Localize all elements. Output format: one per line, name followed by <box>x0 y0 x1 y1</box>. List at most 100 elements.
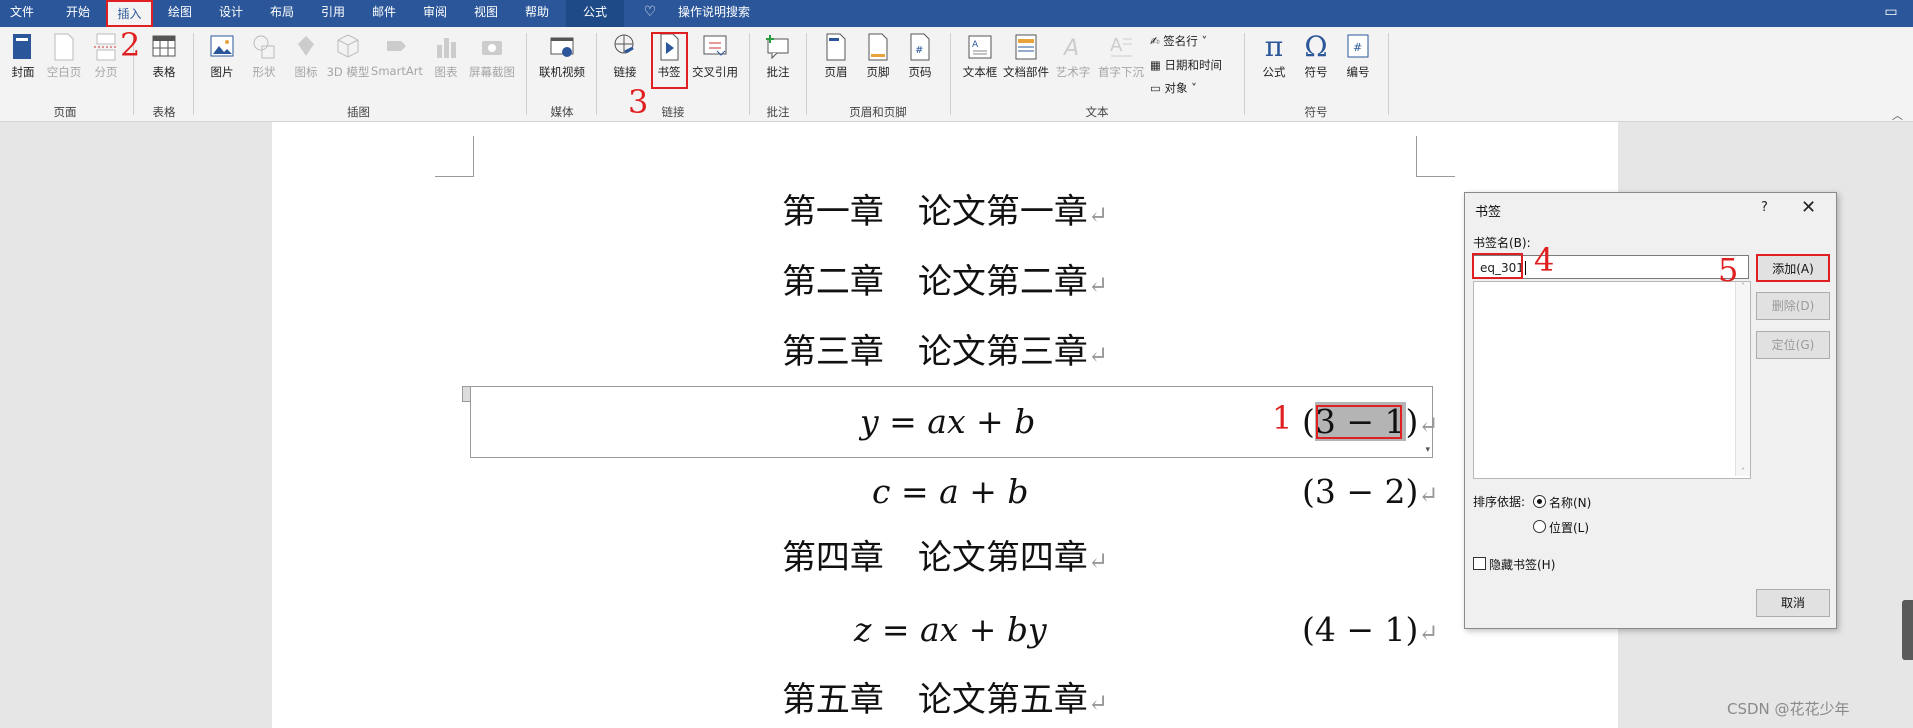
numbering-icon: # <box>1347 34 1369 58</box>
tab-insert[interactable]: 插入 <box>106 0 153 27</box>
goto-button[interactable]: 定位(G) <box>1756 331 1830 359</box>
close-icon[interactable]: ✕ <box>1801 197 1816 218</box>
separator <box>596 33 597 115</box>
numbering-button[interactable]: # 编号 <box>1340 33 1376 80</box>
page-break-button[interactable]: 分页 <box>88 33 124 80</box>
add-button[interactable]: 添加(A) <box>1756 254 1830 282</box>
heading-chapter-4[interactable]: 第四章 论文第四章↵ <box>272 530 1618 579</box>
comment-icon <box>766 35 789 60</box>
blank-page-label: 空白页 <box>46 65 82 79</box>
shapes-label: 形状 <box>252 65 276 79</box>
tab-draw[interactable]: 绘图 <box>162 0 198 27</box>
cancel-button[interactable]: 取消 <box>1756 589 1830 617</box>
tab-file[interactable]: 文件 <box>6 0 38 27</box>
group-table-label: 表格 <box>152 105 176 119</box>
text-box-icon: A <box>968 35 992 59</box>
bookmark-list[interactable]: ˄ ˅ <box>1473 281 1751 479</box>
equation-3[interactable]: z = ax + by <box>854 610 1047 649</box>
equation-3-number[interactable]: (4 − 1)↵ <box>1302 610 1438 649</box>
equation-options-icon[interactable]: ▾ <box>1425 445 1430 455</box>
screenshot-button[interactable]: 屏幕截图 <box>466 33 518 80</box>
tab-view[interactable]: 视图 <box>468 0 504 27</box>
shapes-icon <box>253 35 275 59</box>
chart-button[interactable]: 图表 <box>428 33 464 80</box>
group-symbols-label: 符号 <box>1304 105 1328 119</box>
bookmark-highlight-box <box>651 32 688 89</box>
equation-handle[interactable] <box>462 386 471 402</box>
sort-location-label[interactable]: 位置(L) <box>1549 519 1589 536</box>
equation-label: 公式 <box>1262 65 1286 79</box>
tab-help[interactable]: 帮助 <box>519 0 555 27</box>
page-number-button[interactable]: # 页码 <box>902 33 938 80</box>
comment-icon[interactable]: ▭ <box>1880 0 1902 27</box>
quick-parts-label: 文档部件 <box>1003 65 1049 79</box>
annotation-4: 4 <box>1534 241 1555 279</box>
group-text-label: 文本 <box>1085 105 1109 119</box>
header-button[interactable]: 页眉 <box>818 33 854 80</box>
tab-equation[interactable]: 公式 <box>566 0 624 27</box>
screenshot-label: 屏幕截图 <box>469 65 515 79</box>
3d-models-button[interactable]: 3D 模型 <box>326 33 370 80</box>
symbol-button[interactable]: Ω 符号 <box>1298 33 1334 80</box>
cover-button[interactable]: 封面 <box>6 33 40 80</box>
smartart-button[interactable]: SmartArt <box>370 33 424 78</box>
text-box-button[interactable]: A 文本框 <box>960 33 1000 80</box>
blank-page-button[interactable]: 空白页 <box>42 33 86 80</box>
equation-1[interactable]: y = ax + b <box>860 402 1035 441</box>
smartart-icon <box>387 41 406 51</box>
tab-home[interactable]: 开始 <box>60 0 96 27</box>
side-panel-handle[interactable] <box>1902 600 1913 660</box>
tab-review[interactable]: 审阅 <box>417 0 453 27</box>
shapes-button[interactable]: 形状 <box>244 33 284 80</box>
equation-number-highlight-box <box>1316 405 1402 439</box>
heading-chapter-1[interactable]: 第一章 论文第一章↵ <box>272 184 1618 233</box>
heading-chapter-5[interactable]: 第五章 论文第五章↵ <box>272 672 1618 721</box>
quick-parts-button[interactable]: 文档部件 <box>1002 33 1050 80</box>
online-video-button[interactable]: 联机视频 <box>536 33 588 80</box>
video-icon <box>550 37 574 57</box>
signature-icon: ✍ <box>1150 34 1160 48</box>
hidden-bookmarks-checkbox[interactable] <box>1473 557 1486 570</box>
tab-design[interactable]: 设计 <box>213 0 249 27</box>
page-number-label: 页码 <box>908 65 932 79</box>
sort-name-label[interactable]: 名称(N) <box>1549 494 1591 511</box>
omega-icon: Ω <box>1304 30 1328 63</box>
drop-cap-button[interactable]: A 首字下沉 <box>1096 33 1146 80</box>
help-icon[interactable]: ? <box>1761 200 1768 215</box>
watermark: CSDN @花花少年 <box>1727 700 1850 718</box>
heading-chapter-3[interactable]: 第三章 论文第三章↵ <box>272 324 1618 373</box>
hidden-bookmarks-label[interactable]: 隐藏书签(H) <box>1489 556 1555 573</box>
cross-reference-button[interactable]: 交叉引用 <box>690 33 740 80</box>
wordart-icon: A <box>1062 36 1079 61</box>
equation-button[interactable]: π 公式 <box>1256 33 1292 80</box>
signature-line-button[interactable]: ✍ 签名行 ˅ <box>1150 33 1240 49</box>
equation-2-number[interactable]: (3 − 2)↵ <box>1302 472 1438 511</box>
equation-2[interactable]: c = a + b <box>872 472 1029 511</box>
date-time-button[interactable]: ▦ 日期和时间 <box>1150 57 1240 73</box>
document-page[interactable]: 第一章 论文第一章↵ 第二章 论文第二章↵ 第三章 论文第三章↵ ▾ y = a… <box>272 122 1618 728</box>
footer-button[interactable]: 页脚 <box>860 33 896 80</box>
annotation-1: 1 <box>1272 399 1293 437</box>
bookmark-name-label: 书签名(B): <box>1473 236 1531 250</box>
picture-button[interactable]: 图片 <box>204 33 240 80</box>
sort-name-radio[interactable] <box>1533 495 1546 508</box>
cover-label: 封面 <box>11 65 35 79</box>
tab-layout[interactable]: 布局 <box>264 0 300 27</box>
table-button[interactable]: 表格 <box>146 33 182 80</box>
tell-me-search[interactable]: 操作说明搜索 <box>664 0 764 27</box>
icons-button[interactable]: 图标 <box>290 33 322 80</box>
smartart-label: SmartArt <box>371 64 423 78</box>
collapse-ribbon-icon[interactable]: ︿ <box>1892 107 1903 123</box>
text-box-label: 文本框 <box>962 65 998 79</box>
scroll-down-icon[interactable]: ˅ <box>1736 467 1750 476</box>
scrollbar[interactable]: ˄ ˅ <box>1735 282 1750 476</box>
wordart-button[interactable]: A 艺术字 <box>1054 33 1092 80</box>
link-button[interactable]: 链接 <box>608 33 642 80</box>
delete-button[interactable]: 删除(D) <box>1756 292 1830 320</box>
tab-references[interactable]: 引用 <box>315 0 351 27</box>
heading-chapter-2[interactable]: 第二章 论文第二章↵ <box>272 254 1618 303</box>
object-button[interactable]: ▭ 对象 ˅ <box>1150 80 1240 96</box>
tab-mailings[interactable]: 邮件 <box>366 0 402 27</box>
new-comment-button[interactable]: 批注 <box>760 33 796 80</box>
sort-location-radio[interactable] <box>1533 520 1546 533</box>
